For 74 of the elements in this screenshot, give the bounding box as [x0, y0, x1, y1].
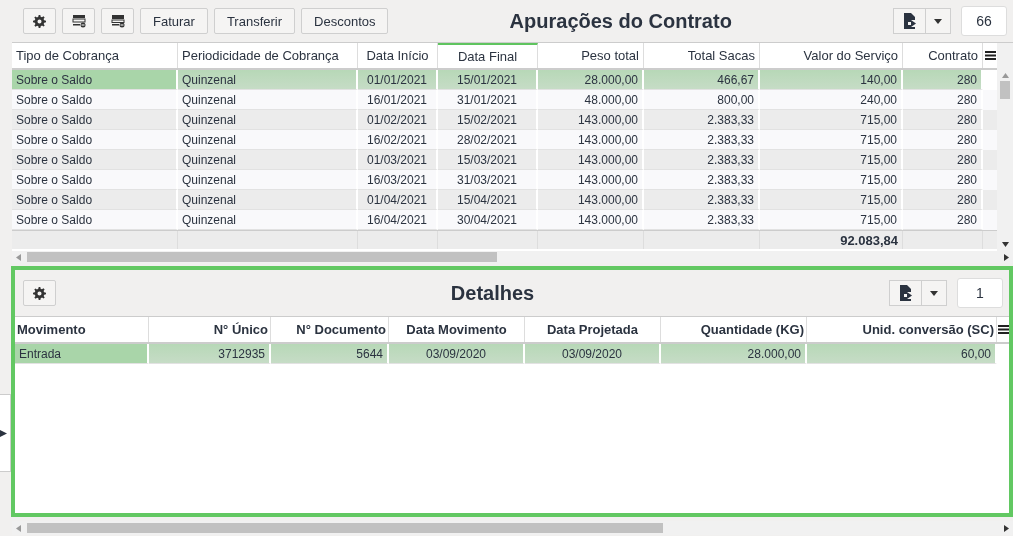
table-row[interactable]: Sobre o Saldo Quinzenal 16/01/2021 31/01/2021 48.000,00 800,00 240,00 280: [12, 90, 997, 110]
export-button[interactable]: [893, 8, 926, 34]
table-cell: 3712935: [149, 344, 271, 364]
menu-icon[interactable]: [997, 325, 1009, 334]
table-cell: 5644: [271, 344, 389, 364]
export-button[interactable]: [889, 280, 922, 306]
table-cell: 01/01/2021: [358, 70, 438, 90]
gear-icon: [33, 286, 46, 300]
caret-icon: [934, 18, 942, 24]
gear-icon: [33, 14, 46, 28]
panel-toggle[interactable]: [0, 394, 11, 472]
record-count: 66: [961, 6, 1007, 36]
column-header[interactable]: Tipo de Cobrança: [12, 43, 178, 68]
table-remove-icon: [71, 14, 86, 28]
column-header[interactable]: Movimento: [15, 317, 149, 342]
table-cell: Entrada: [15, 344, 149, 364]
toolbar-button[interactable]: Faturar: [140, 8, 208, 34]
settings-button[interactable]: [23, 280, 56, 306]
column-header[interactable]: Valor do Serviço: [760, 43, 903, 68]
table-cell: 466,67: [644, 70, 760, 90]
table-row[interactable]: Sobre o Saldo Quinzenal 01/04/2021 15/04/2021 143.000,00 2.383,33 715,00 280: [12, 190, 997, 210]
caret-icon: [930, 290, 938, 296]
table-cell: 140,00: [760, 70, 903, 90]
column-header[interactable]: Data Início: [358, 43, 438, 68]
menu-icon[interactable]: [984, 51, 996, 60]
dropdown-button[interactable]: [926, 8, 951, 34]
column-header[interactable]: N° Único: [149, 317, 271, 342]
column-header[interactable]: Unid. conversão (SC): [807, 317, 997, 342]
column-header[interactable]: Periodicidade de Cobrança: [178, 43, 358, 68]
scroll-thumb[interactable]: [27, 523, 663, 533]
record-count: 1: [957, 278, 1003, 308]
table-row[interactable]: Sobre o Saldo Quinzenal 01/02/2021 15/02/2021 143.000,00 2.383,33 715,00 280: [12, 110, 997, 130]
column-header[interactable]: Data Final: [438, 43, 538, 68]
file-export-icon: [898, 285, 913, 301]
file-export-icon: [902, 13, 917, 29]
column-header[interactable]: Data Movimento: [389, 317, 525, 342]
column-header[interactable]: Quantidade (KG): [661, 317, 807, 342]
table-action-button[interactable]: [62, 8, 95, 34]
table-cell: 28.000,00: [661, 344, 807, 364]
column-header[interactable]: Data Projetada: [525, 317, 661, 342]
dropdown-button[interactable]: [922, 280, 947, 306]
toolbar-button[interactable]: Descontos: [301, 8, 389, 34]
table-row[interactable]: Sobre o Saldo Quinzenal 16/03/2021 31/03/2021 143.000,00 2.383,33 715,00 280: [12, 170, 997, 190]
table-cell: 03/09/2020: [389, 344, 525, 364]
table-cell: 60,00: [807, 344, 997, 364]
column-header[interactable]: N° Documento: [271, 317, 389, 342]
total-value: 92.083,84: [840, 232, 898, 248]
table-remove-icon: [110, 14, 125, 28]
table-cell: 28.000,00: [538, 70, 644, 90]
expand-arrow-icon: [0, 429, 7, 437]
table-cell: 280: [903, 70, 983, 90]
toolbar-button[interactable]: Transferir: [213, 8, 296, 34]
table-row[interactable]: Sobre o Saldo Quinzenal 16/02/2021 28/02/2021 143.000,00 2.383,33 715,00 280: [12, 130, 997, 150]
scroll-right-icon[interactable]: [1004, 524, 1009, 532]
scroll-thumb[interactable]: [1000, 81, 1010, 99]
section-title: Detalhes: [449, 281, 536, 305]
settings-button[interactable]: [23, 8, 56, 34]
table-cell: 15/01/2021: [438, 70, 538, 90]
table-row[interactable]: Sobre o Saldo Quinzenal 01/03/2021 15/03/2021 143.000,00 2.383,33 715,00 280: [12, 150, 997, 170]
column-header[interactable]: Total Sacas: [644, 43, 760, 68]
column-header[interactable]: Peso total: [538, 43, 644, 68]
table-cell: Quinzenal: [178, 70, 358, 90]
table-row[interactable]: Sobre o Saldo Quinzenal 16/04/2021 30/04/2021 143.000,00 2.383,33 715,00 280: [12, 210, 997, 230]
section-title: Apurações do Contrato: [508, 9, 733, 33]
table-row[interactable]: Entrada 3712935 5644 03/09/2020 03/09/2020 28.000,00 60,00: [15, 344, 1009, 364]
scroll-thumb[interactable]: [27, 252, 497, 262]
scroll-right-icon[interactable]: [1004, 253, 1009, 261]
vertical-scrollbar[interactable]: [997, 43, 1013, 251]
column-header[interactable]: Contrato: [903, 43, 983, 68]
scroll-down-icon[interactable]: [1001, 242, 1009, 247]
table-row[interactable]: Sobre o Saldo Quinzenal 01/01/2021 15/01/2021 28.000,00 466,67 140,00 280: [12, 70, 997, 90]
table-cell: 03/09/2020: [525, 344, 661, 364]
table-action-button[interactable]: [101, 8, 134, 34]
table-cell: Sobre o Saldo: [12, 70, 178, 90]
